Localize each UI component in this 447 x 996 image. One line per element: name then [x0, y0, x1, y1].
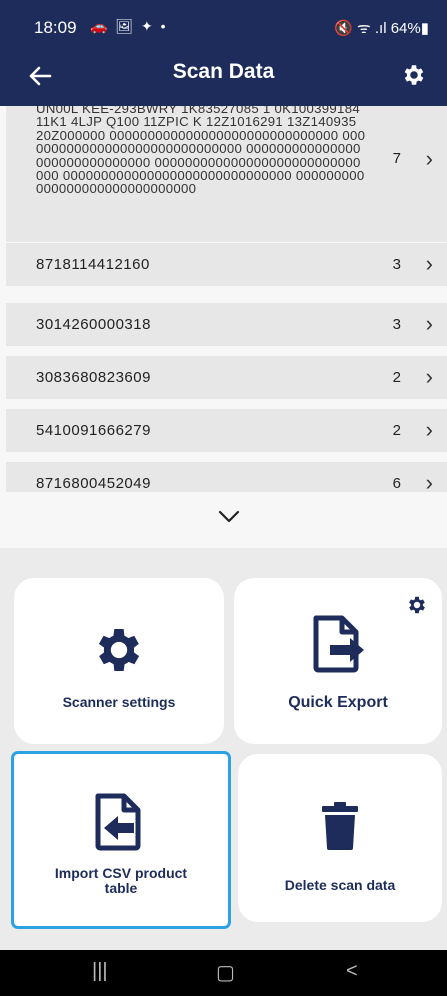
- gear-icon[interactable]: [406, 594, 428, 621]
- scan-count: 3: [392, 256, 401, 273]
- list-item[interactable]: 3083680823609 2 ›: [6, 356, 447, 399]
- list-item[interactable]: UN00L KEE-293BWRY 1K83527085 1 0K1003991…: [6, 106, 447, 242]
- top-bar: 18:09 🚗 🖼 ✦ • 🔇 ᯤ .ıl 64%▮ Scan Data: [0, 0, 447, 106]
- chevron-right-icon[interactable]: ›: [426, 470, 433, 492]
- list-item[interactable]: 8718114412160 3 ›: [6, 243, 447, 286]
- delete-scan-data-label: Delete scan data: [284, 877, 396, 893]
- scan-code: 3014260000318: [36, 316, 151, 333]
- system-nav-bar: ||| ▢ <: [0, 950, 447, 996]
- action-panel: Scanner settings Quick Export Import CSV…: [0, 548, 447, 950]
- chevron-right-icon[interactable]: ›: [426, 364, 433, 390]
- gear-icon: [91, 622, 147, 683]
- scan-code: UN00L KEE-293BWRY 1K83527085 1 0K1003991…: [36, 106, 366, 197]
- status-right-icons: 🔇 ᯤ .ıl 64%▮: [334, 20, 429, 37]
- scan-code: 5410091666279: [36, 422, 151, 439]
- trash-icon: [320, 802, 360, 855]
- page-title: Scan Data: [172, 60, 275, 83]
- gear-icon[interactable]: [401, 62, 427, 88]
- scanner-settings-label: Scanner settings: [62, 694, 176, 710]
- scan-count: 7: [392, 150, 401, 167]
- chevron-down-icon[interactable]: [218, 510, 240, 524]
- scan-count: 6: [392, 475, 401, 492]
- collapse-toggle[interactable]: [0, 492, 447, 548]
- scan-code: 8718114412160: [36, 256, 150, 273]
- quick-export-button[interactable]: Quick Export: [234, 578, 442, 744]
- quick-export-label: Quick Export: [288, 694, 388, 711]
- delete-scan-data-button[interactable]: Delete scan data: [238, 754, 442, 922]
- app-bar: Scan Data: [0, 48, 447, 106]
- list-item[interactable]: 8716800452049 6 ›: [6, 462, 447, 492]
- scan-count: 2: [392, 369, 401, 386]
- scan-code: 3083680823609: [36, 369, 151, 386]
- chevron-right-icon[interactable]: ›: [426, 417, 433, 443]
- list-item[interactable]: 3014260000318 3 ›: [6, 303, 447, 346]
- status-time: 18:09: [34, 18, 77, 37]
- list-item[interactable]: 5410091666279 2 ›: [6, 409, 447, 452]
- scan-count: 3: [392, 316, 401, 333]
- file-export-icon: [310, 614, 366, 679]
- home-icon[interactable]: ▢: [216, 960, 235, 985]
- notification-icons: 🚗 🖼 ✦ •: [90, 18, 168, 34]
- import-csv-label: Import CSV product table: [54, 865, 188, 896]
- scanner-settings-button[interactable]: Scanner settings: [14, 578, 224, 744]
- import-csv-button[interactable]: Import CSV product table: [11, 751, 231, 929]
- chevron-right-icon[interactable]: ›: [426, 146, 433, 172]
- scan-code: 8716800452049: [36, 475, 151, 492]
- chevron-right-icon[interactable]: ›: [426, 251, 433, 277]
- system-back-icon[interactable]: <: [346, 960, 358, 983]
- status-bar: 18:09 🚗 🖼 ✦ • 🔇 ᯤ .ıl 64%▮: [0, 0, 447, 48]
- scan-list[interactable]: UN00L KEE-293BWRY 1K83527085 1 0K1003991…: [0, 106, 447, 492]
- file-import-icon: [94, 792, 144, 857]
- recent-apps-icon[interactable]: |||: [92, 960, 108, 983]
- chevron-right-icon[interactable]: ›: [426, 311, 433, 337]
- scan-count: 2: [392, 422, 401, 439]
